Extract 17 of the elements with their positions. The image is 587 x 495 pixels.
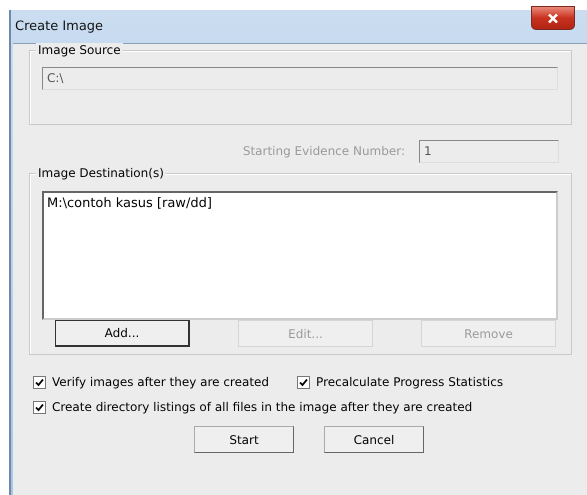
checkmark-icon — [299, 378, 308, 386]
group-label: Image Destination(s) — [36, 166, 166, 180]
close-icon — [547, 12, 559, 24]
button[interactable]: Start — [194, 426, 294, 453]
window-title: Create Image — [15, 19, 104, 34]
list-item[interactable]: M:\contoh kasus [raw/dd] — [47, 196, 553, 211]
checkmark-icon — [35, 378, 44, 386]
checkbox[interactable]: Create directory listings of all files in the image after they are created — [33, 400, 472, 414]
close-button[interactable] — [531, 6, 575, 30]
button[interactable]: Add... — [55, 320, 190, 347]
field-label: Starting Evidence Number: — [242, 144, 405, 158]
button[interactable]: Cancel — [324, 426, 424, 453]
checkbox[interactable]: Precalculate Progress Statistics — [297, 375, 504, 389]
destination-list[interactable]: M:\contoh kasus [raw/dd] — [42, 191, 558, 320]
checkmark-icon — [35, 402, 44, 412]
checkbox[interactable]: Verify images after they are created — [33, 375, 270, 389]
group-label: Image Source — [36, 43, 123, 57]
